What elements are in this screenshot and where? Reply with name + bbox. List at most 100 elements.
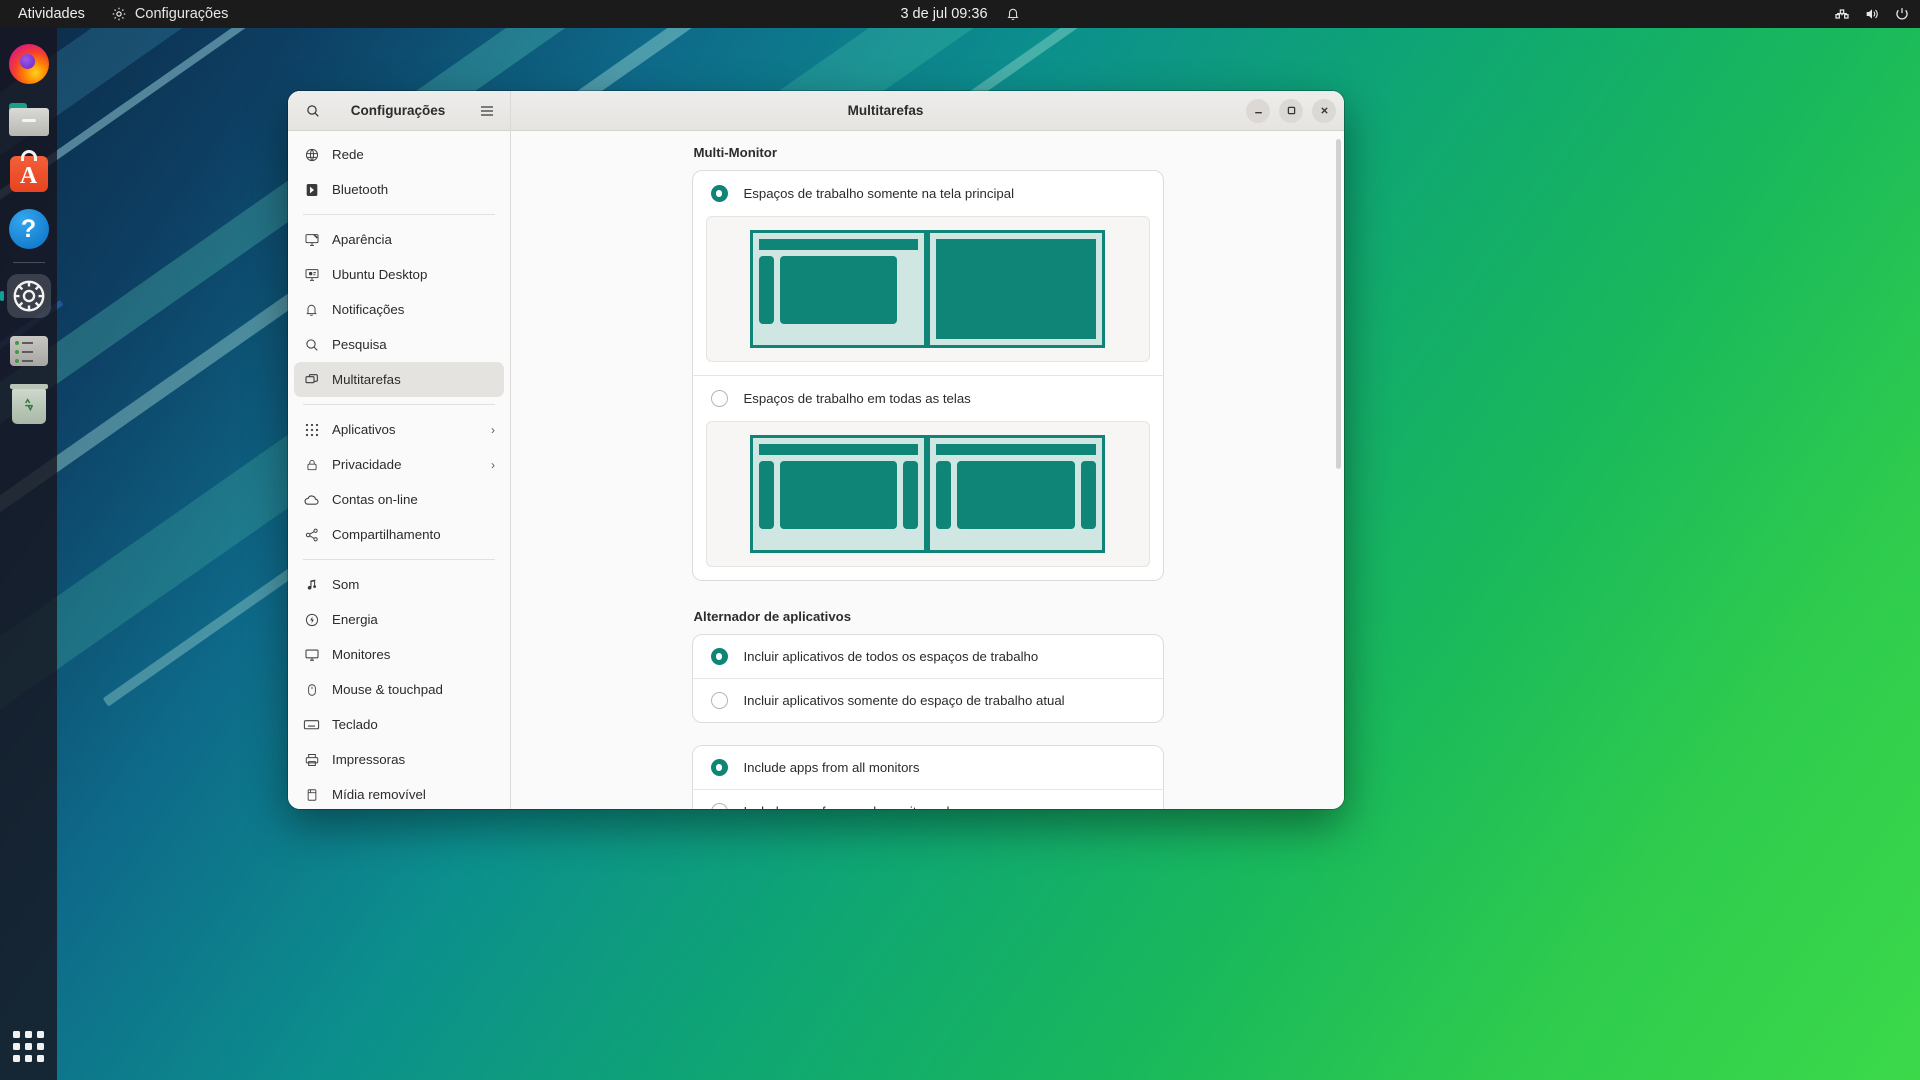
music-note-icon [303, 576, 320, 593]
sidebar-item-label: Privacidade [332, 457, 402, 472]
chevron-right-icon: › [491, 422, 495, 437]
sidebar-divider [303, 404, 495, 405]
option-label: Include apps from all monitors [743, 760, 920, 775]
minimize-icon[interactable] [1246, 98, 1270, 123]
sidebar-item-label: Contas on-line [332, 492, 418, 507]
option-label: Espaços de trabalho somente na tela prin… [743, 186, 1015, 201]
trash-recycle-icon [9, 384, 48, 424]
radio-each-monitor[interactable] [710, 803, 728, 809]
gear-icon [10, 277, 48, 315]
option-label: Espaços de trabalho em todas as telas [743, 391, 971, 406]
dock-item-trash[interactable] [7, 384, 51, 428]
sidebar-item-label: Mídia removível [332, 787, 426, 802]
option-label: Include apps from each monitor only [744, 804, 957, 809]
multimonitor-card: Espaços de trabalho somente na tela prin… [691, 170, 1164, 581]
sidebar-item-monitores[interactable]: Monitores [294, 637, 504, 672]
vertical-scrollbar[interactable] [1336, 139, 1341, 469]
sidebar-item-teclado[interactable]: Teclado [294, 707, 504, 742]
radio-current-workspace[interactable] [710, 692, 728, 709]
ubuntu-desktop-icon [303, 266, 320, 283]
settings-window: Configurações Rede Bluetooth Aparência U… [288, 91, 1344, 809]
sidebar-item-contas-online[interactable]: Contas on-line [294, 482, 504, 517]
illustration-primary-display-only [705, 216, 1150, 362]
sidebar-item-pesquisa[interactable]: Pesquisa [294, 327, 504, 362]
sidebar-item-mouse-touchpad[interactable]: Mouse & touchpad [294, 672, 504, 707]
sidebar-item-label: Notificações [332, 302, 405, 317]
clock-label[interactable]: 3 de jul 09:36 [900, 6, 987, 22]
sidebar-item-label: Teclado [332, 717, 378, 732]
volume-icon[interactable] [1864, 6, 1880, 22]
clock-area: 3 de jul 09:36 [0, 0, 1920, 28]
sidebar-divider [303, 559, 495, 560]
option-row-each-monitor[interactable]: Include apps from each monitor only [693, 790, 1163, 809]
sidebar-item-bluetooth[interactable]: Bluetooth [294, 172, 504, 207]
dock-separator [12, 262, 45, 263]
sidebar: Configurações Rede Bluetooth Aparência U… [288, 91, 511, 809]
dock-item-terminal[interactable] [7, 329, 51, 373]
sidebar-item-compartilhamento[interactable]: Compartilhamento [294, 517, 504, 552]
sidebar-item-label: Multitarefas [332, 372, 401, 387]
sidebar-item-label: Rede [332, 147, 364, 162]
dock-item-settings[interactable] [6, 274, 51, 318]
sidebar-item-energia[interactable]: Energia [294, 602, 504, 637]
hamburger-menu-icon[interactable] [474, 98, 500, 124]
sidebar-item-label: Som [332, 577, 360, 592]
option-label: Incluir aplicativos somente do espaço de… [743, 693, 1065, 708]
sidebar-item-aparencia[interactable]: Aparência [294, 222, 504, 257]
network-icon[interactable] [1834, 6, 1850, 22]
sidebar-item-ubuntu-desktop[interactable]: Ubuntu Desktop [294, 257, 504, 292]
radio-all-displays[interactable] [710, 390, 728, 407]
sidebar-item-label: Aparência [332, 232, 392, 247]
ubuntu-software-icon: A [9, 150, 48, 192]
sidebar-divider [303, 214, 495, 215]
sidebar-item-multitarefas[interactable]: Multitarefas [294, 362, 504, 397]
sidebar-item-label: Impressoras [332, 752, 406, 767]
mouse-icon [303, 681, 320, 698]
sidebar-item-aplicativos[interactable]: Aplicativos › [294, 412, 504, 447]
app-menu-label: Configurações [134, 6, 229, 22]
sidebar-item-som[interactable]: Som [294, 567, 504, 602]
activities-button[interactable]: Atividades [0, 6, 99, 22]
dock-item-firefox[interactable] [7, 42, 51, 86]
sidebar-item-label: Pesquisa [332, 337, 387, 352]
app-menu-button[interactable]: Configurações [99, 6, 241, 22]
show-applications-grid-icon[interactable] [9, 1026, 49, 1066]
radio-all-workspaces[interactable] [710, 648, 728, 665]
power-icon[interactable] [1894, 6, 1910, 22]
sidebar-item-label: Aplicativos [332, 422, 396, 437]
card-spacer [692, 723, 1164, 745]
apps-grid-icon [303, 421, 320, 438]
power-bolt-icon [303, 611, 320, 628]
bell-icon[interactable] [1006, 6, 1020, 22]
top-bar: Atividades Configurações 3 de jul 09:36 [0, 0, 1920, 28]
sidebar-item-label: Monitores [332, 647, 391, 662]
dock-item-files[interactable] [7, 97, 51, 141]
option-row-all-displays[interactable]: Espaços de trabalho em todas as telas [693, 376, 1163, 421]
sidebar-item-notificacoes[interactable]: Notificações [294, 292, 504, 327]
removable-media-icon [303, 786, 320, 803]
files-folder-icon [8, 102, 49, 136]
dock: A ? [0, 28, 57, 1080]
system-tray[interactable] [1834, 0, 1910, 28]
radio-all-monitors[interactable] [710, 759, 728, 776]
option-row-all-monitors[interactable]: Include apps from all monitors [693, 746, 1163, 789]
sidebar-item-rede[interactable]: Rede [294, 137, 504, 172]
sidebar-list[interactable]: Rede Bluetooth Aparência Ubuntu Desktop … [288, 131, 510, 809]
close-icon[interactable] [1312, 98, 1336, 123]
option-row-primary-display[interactable]: Espaços de trabalho somente na tela prin… [693, 171, 1163, 216]
dock-item-ubuntu-software[interactable]: A [7, 150, 51, 196]
maximize-icon[interactable] [1279, 98, 1303, 123]
settings-scroll-area[interactable]: Multi-Monitor Espaços de trabalho soment… [511, 131, 1344, 809]
sidebar-item-impressoras[interactable]: Impressoras [294, 742, 504, 777]
sidebar-item-midia-removivel[interactable]: Mídia removível [294, 777, 504, 809]
option-row-current-workspace[interactable]: Incluir aplicativos somente do espaço de… [693, 679, 1163, 722]
radio-primary-display[interactable] [710, 185, 728, 202]
display-monitor-icon [303, 646, 320, 663]
sidebar-item-privacidade[interactable]: Privacidade › [294, 447, 504, 482]
dock-item-help[interactable]: ? [7, 207, 51, 251]
option-row-all-workspaces[interactable]: Incluir aplicativos de todos os espaços … [693, 635, 1163, 678]
bell-icon [303, 301, 320, 318]
sidebar-header: Configurações [288, 91, 510, 131]
sidebar-title: Configurações [350, 103, 446, 118]
keyboard-icon [303, 716, 320, 733]
